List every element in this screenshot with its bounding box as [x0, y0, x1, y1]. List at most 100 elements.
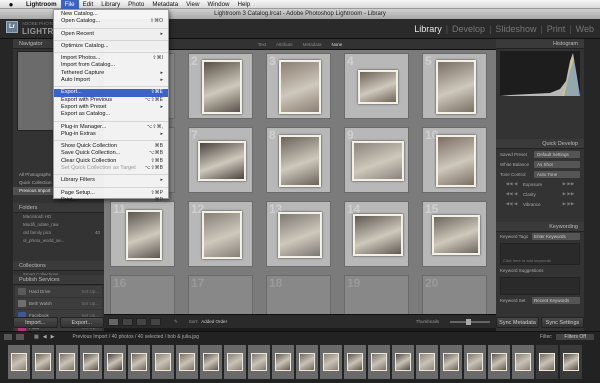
photo-thumbnail[interactable]: [201, 211, 242, 259]
filmstrip-thumb[interactable]: [368, 345, 390, 379]
grid-cell[interactable]: 13: [266, 201, 331, 267]
photo-thumbnail[interactable]: [435, 60, 476, 114]
module-print[interactable]: Print: [547, 24, 566, 34]
painter-icon[interactable]: ✎: [174, 319, 178, 325]
photo-thumbnail[interactable]: [277, 212, 322, 258]
loupe-view-icon[interactable]: [122, 317, 133, 326]
grid-cell[interactable]: 16: [110, 275, 175, 314]
panel-1-icon[interactable]: [4, 334, 12, 340]
collections-header[interactable]: Collections: [13, 261, 104, 271]
menu-item-library-filters[interactable]: Library Filters ▸: [54, 177, 168, 184]
filmstrip-thumb[interactable]: [296, 345, 318, 379]
photo-thumbnail[interactable]: [278, 135, 321, 187]
menu-item-page-setup[interactable]: Page Setup... ⇧⌘P: [54, 190, 168, 197]
menu-edit[interactable]: Edit: [79, 0, 98, 9]
filmstrip-thumb[interactable]: [272, 345, 294, 379]
grid-cell[interactable]: 18: [266, 275, 331, 314]
menu-item-plug-in-extras[interactable]: Plug-in Extras ▸: [54, 131, 168, 138]
grid-view-icon[interactable]: [108, 317, 119, 326]
qd-select[interactable]: Default Settings: [534, 150, 580, 158]
filmstrip-thumb[interactable]: [224, 345, 246, 379]
grid-cell[interactable]: 8: [266, 127, 331, 193]
menu-item-export-as-catalog[interactable]: Export as Catalog...: [54, 111, 168, 118]
photo-thumbnail[interactable]: [357, 70, 398, 104]
photo-thumbnail[interactable]: [125, 210, 162, 260]
filmstrip-thumb[interactable]: [176, 345, 198, 379]
qd-select[interactable]: Auto Tone: [534, 170, 580, 178]
qd-increase-icon[interactable]: ▶ ▶▶: [557, 201, 580, 207]
filmstrip-thumb[interactable]: [80, 345, 102, 379]
grid-cell[interactable]: 15: [422, 201, 487, 267]
keyword-entry-box[interactable]: Click here to add keywords: [500, 243, 580, 265]
grid-cell[interactable]: 11: [110, 201, 175, 267]
module-slideshow[interactable]: Slideshow: [495, 24, 536, 34]
photo-thumbnail[interactable]: [351, 141, 404, 181]
grid-cell[interactable]: 2: [188, 53, 253, 119]
filmstrip-thumb[interactable]: [536, 345, 558, 379]
qd-increase-icon[interactable]: ▶ ▶▶: [557, 181, 580, 187]
menu-item-export-with-previous[interactable]: Export with Previous ⌥⇧⌘E: [54, 97, 168, 104]
menu-item-save-quick-collection[interactable]: Save Quick Collection... ⌥⌘B: [54, 150, 168, 157]
forward-arrow-icon[interactable]: ▶: [51, 334, 55, 340]
filmstrip-thumb[interactable]: [128, 345, 150, 379]
photo-thumbnail[interactable]: [352, 214, 403, 256]
photo-thumbnail[interactable]: [278, 60, 321, 114]
slider-thumb[interactable]: [466, 318, 471, 325]
grid-cell[interactable]: 7: [188, 127, 253, 193]
filter-attribute[interactable]: Attribute: [276, 42, 293, 47]
filmstrip-thumb[interactable]: [32, 345, 54, 379]
folder-row[interactable]: ol_photo_world_se...: [13, 237, 104, 245]
filmstrip-thumb[interactable]: [392, 345, 414, 379]
filmstrip-thumb[interactable]: [320, 345, 342, 379]
menu-photo[interactable]: Photo: [124, 0, 148, 9]
filter-select[interactable]: Filters Off: [556, 334, 594, 340]
menu-item-import-from-catalog[interactable]: Import from Catalog...: [54, 62, 168, 69]
grid-cell[interactable]: 12: [188, 201, 253, 267]
survey-view-icon[interactable]: [150, 317, 161, 326]
quick-develop-header[interactable]: Quick Develop: [496, 139, 584, 149]
menu-item-new-catalog[interactable]: New Catalog...: [54, 11, 168, 18]
filmstrip-thumb[interactable]: [56, 345, 78, 379]
grid-cell[interactable]: 3: [266, 53, 331, 119]
qd-decrease-icon[interactable]: ◀◀ ◀: [500, 181, 523, 187]
menu-item-import-photos[interactable]: Import Photos... ⇧⌘I: [54, 55, 168, 62]
back-arrow-icon[interactable]: ◀: [43, 334, 47, 340]
compare-view-icon[interactable]: [136, 317, 147, 326]
filmstrip-thumbnails[interactable]: [8, 345, 592, 381]
filmstrip-thumb[interactable]: [464, 345, 486, 379]
folders-header[interactable]: Folders: [13, 203, 104, 213]
apple-icon[interactable]: ●: [0, 0, 22, 9]
left-panel-edge[interactable]: [0, 39, 13, 331]
keyword-set-select[interactable]: Recent Keywords: [532, 297, 580, 304]
menu-view[interactable]: View: [182, 0, 203, 9]
qd-select[interactable]: As Shot: [534, 160, 580, 168]
photo-thumbnail[interactable]: [197, 141, 246, 181]
filmstrip-thumb[interactable]: [416, 345, 438, 379]
keyword-tags-select[interactable]: Enter Keywords: [532, 233, 580, 240]
publish-service-beth-walsh[interactable]: Beth Walsh Set Up...: [15, 298, 102, 309]
filmstrip-thumb[interactable]: [8, 345, 30, 379]
filter-metadata[interactable]: Metadata: [303, 42, 322, 47]
menu-item-open-catalog[interactable]: Open Catalog... ⇧⌘O: [54, 18, 168, 25]
qd-increase-icon[interactable]: ▶ ▶▶: [557, 191, 580, 197]
filmstrip-thumb[interactable]: [560, 345, 582, 379]
folder-row[interactable]: Modifi_ndate_raw: [13, 221, 104, 229]
filmstrip-thumb[interactable]: [248, 345, 270, 379]
folder-row[interactable]: old family pics 40: [13, 229, 104, 237]
menu-metadata[interactable]: Metadata: [148, 0, 182, 9]
menu-item-tethered-capture[interactable]: Tethered Capture ▸: [54, 70, 168, 77]
folder-row[interactable]: Macintosh HD: [13, 213, 104, 221]
menu-library[interactable]: Library: [97, 0, 124, 9]
module-library[interactable]: Library: [414, 24, 442, 34]
keyword-suggestions-box[interactable]: [500, 277, 580, 295]
grid-cell[interactable]: 10: [422, 127, 487, 193]
thumbnail-size-slider[interactable]: [450, 318, 490, 325]
filter-text[interactable]: Text: [258, 42, 266, 47]
menu-item-clear-quick-collection[interactable]: Clear Quick Collection ⇧⌘B: [54, 158, 168, 165]
qd-decrease-icon[interactable]: ◀◀ ◀: [500, 201, 523, 207]
menu-lightroom[interactable]: Lightroom: [22, 0, 61, 9]
menu-item-export-with-preset[interactable]: Export with Preset ▸: [54, 104, 168, 111]
grid-cell[interactable]: 19: [344, 275, 409, 314]
filmstrip-thumb[interactable]: [104, 345, 126, 379]
menu-item-show-quick-collection[interactable]: Show Quick Collection ⌘B: [54, 143, 168, 150]
